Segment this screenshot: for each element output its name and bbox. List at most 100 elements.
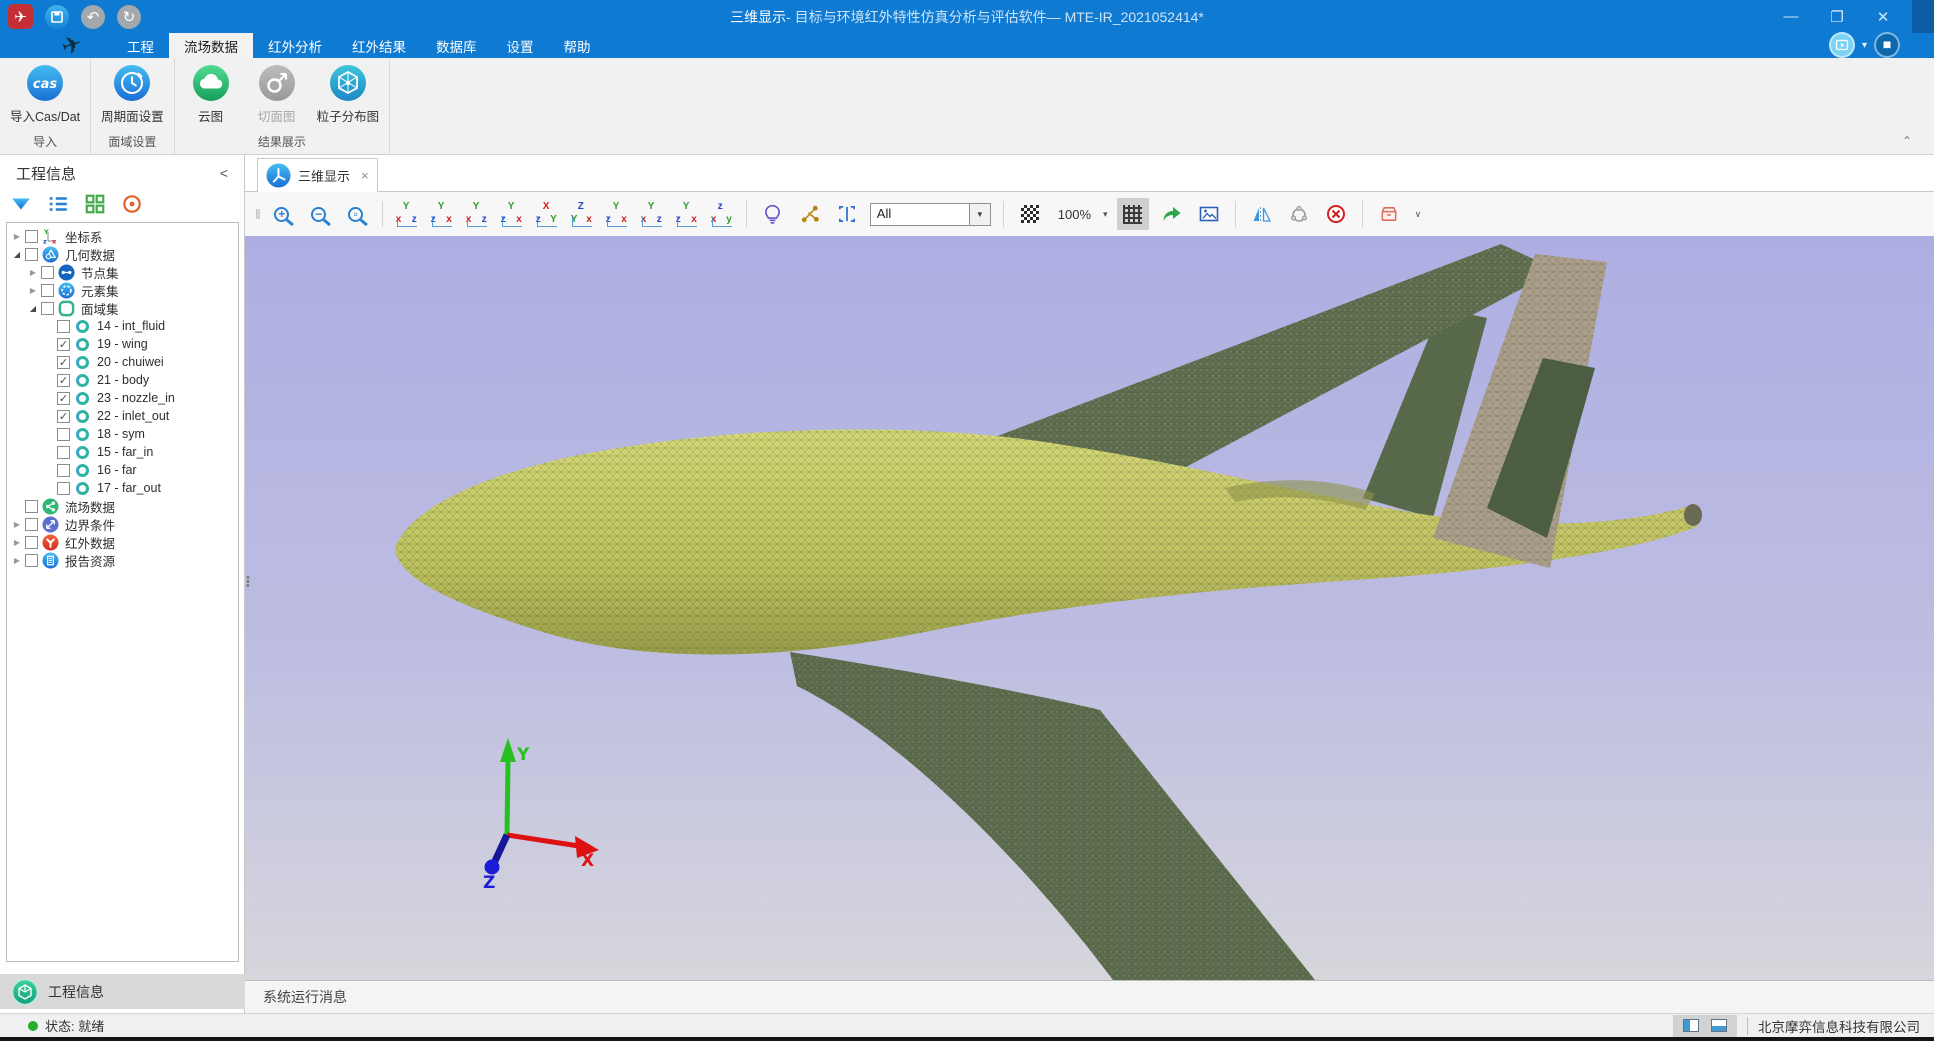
box-select-button[interactable] — [833, 200, 861, 228]
tree-checkbox[interactable] — [57, 464, 70, 477]
tree-row--[interactable]: ◢几何数据 — [7, 245, 238, 263]
tree-row-15-far-in[interactable]: 15 - far_in — [7, 443, 238, 461]
export-button[interactable] — [1158, 200, 1186, 228]
tree-row-23-nozzle-in[interactable]: ✓23 - nozzle_in — [7, 389, 238, 407]
ribbon-button-particle[interactable]: 粒子分布图 — [317, 64, 380, 130]
tree-checkbox[interactable] — [57, 428, 70, 441]
mirror-button[interactable] — [1248, 200, 1276, 228]
tree-row-14-int-fluid[interactable]: 14 - int_fluid — [7, 317, 238, 335]
display-filter-value[interactable]: All — [870, 203, 970, 226]
tree-checkbox[interactable] — [25, 554, 38, 567]
opacity-caret-icon[interactable]: ▾ — [1103, 209, 1108, 220]
opacity-value[interactable]: 100% — [1058, 207, 1091, 222]
ribbon-collapse-button[interactable]: ⌃ — [1902, 134, 1912, 148]
tree-checkbox[interactable]: ✓ — [57, 374, 70, 387]
ribbon-button-cycle[interactable]: 周期面设置 — [101, 64, 164, 130]
view-iso-1-button[interactable]: Yzx — [605, 201, 629, 227]
zoom-out-button[interactable]: − — [305, 200, 333, 228]
transparency-icon[interactable] — [1016, 200, 1044, 228]
tree-expander-icon[interactable]: ▶ — [11, 538, 23, 547]
display-filter-dropdown-button[interactable]: ▼ — [970, 203, 991, 226]
tree-checkbox[interactable]: ✓ — [57, 338, 70, 351]
tree-row--[interactable]: 流场数据 — [7, 497, 238, 515]
tree-row--[interactable]: ◢面域集 — [7, 299, 238, 317]
delete-button[interactable] — [1322, 200, 1350, 228]
package-caret-icon[interactable]: ∨ — [1415, 209, 1422, 220]
particle-trace-button[interactable] — [796, 200, 824, 228]
tree-checkbox[interactable] — [57, 320, 70, 333]
tree-row-16-far[interactable]: 16 - far — [7, 461, 238, 479]
tree-checkbox[interactable]: ✓ — [57, 410, 70, 423]
tree-checkbox[interactable] — [25, 536, 38, 549]
menu-item-0[interactable]: 工程 — [112, 33, 169, 58]
tree-expander-icon[interactable]: ◢ — [11, 250, 23, 259]
menu-item-5[interactable]: 设置 — [492, 33, 549, 58]
video-help-icon[interactable] — [1831, 34, 1853, 56]
tree-checkbox[interactable]: ✓ — [57, 392, 70, 405]
menu-item-1[interactable]: 流场数据 — [169, 33, 253, 58]
menu-item-2[interactable]: 红外分析 — [253, 33, 337, 58]
model-nozzle[interactable] — [1684, 504, 1702, 526]
tree-row-17-far-out[interactable]: 17 - far_out — [7, 479, 238, 497]
grid-toggle-button[interactable] — [1117, 198, 1149, 230]
tree-row--[interactable]: ▶Yzx坐标系 — [7, 227, 238, 245]
tree-row--[interactable]: ▶元素集 — [7, 281, 238, 299]
panel-splitter[interactable]: ••• — [246, 576, 250, 588]
chevron-down-icon[interactable]: ▾ — [1862, 40, 1867, 51]
view-rotate-button[interactable]: zxy — [710, 201, 734, 227]
viewport-3d[interactable]: Y X Z ••• — [245, 236, 1934, 980]
tab-3d-view[interactable]: 三维显示 × — [257, 158, 378, 192]
ribbon-button-cloud[interactable]: 云图 — [185, 64, 237, 130]
tree-checkbox[interactable] — [41, 266, 54, 279]
tree-row-22-inlet-out[interactable]: ✓22 - inlet_out — [7, 407, 238, 425]
view-iso-2-button[interactable]: Yxz — [640, 201, 664, 227]
tree-row-18-sym[interactable]: 18 - sym — [7, 425, 238, 443]
view-bottom-button[interactable]: ZYx — [570, 201, 594, 227]
project-panel-bottom-tab[interactable]: 工程信息 — [0, 974, 245, 1009]
tab-close-icon[interactable]: × — [361, 168, 369, 183]
tree-expander-icon[interactable]: ▶ — [27, 286, 39, 295]
tree-checkbox[interactable] — [25, 518, 38, 531]
zoom-in-button[interactable]: + — [268, 200, 296, 228]
package-button[interactable] — [1375, 200, 1403, 228]
menu-item-3[interactable]: 红外结果 — [337, 33, 421, 58]
tree-checkbox[interactable]: ✓ — [57, 356, 70, 369]
menu-item-4[interactable]: 数据库 — [421, 33, 492, 58]
target-icon[interactable] — [121, 193, 143, 215]
restore-button[interactable]: ❐ — [1814, 0, 1860, 33]
help-manual-icon[interactable] — [1876, 34, 1898, 56]
tree-row-21-body[interactable]: ✓21 - body — [7, 371, 238, 389]
ribbon-button-cas[interactable]: cas导入Cas/Dat — [10, 64, 80, 130]
tree-checkbox[interactable] — [57, 482, 70, 495]
layout-bottom-panel-icon[interactable] — [1711, 1019, 1727, 1032]
list-view-icon[interactable] — [47, 193, 69, 215]
tree-row--[interactable]: ▶红外数据 — [7, 533, 238, 551]
tree-checkbox[interactable] — [41, 302, 54, 315]
view-top-button[interactable]: XzY — [535, 201, 559, 227]
tree-row-19-wing[interactable]: ✓19 - wing — [7, 335, 238, 353]
close-button[interactable]: ✕ — [1860, 0, 1906, 33]
menu-item-6[interactable]: 帮助 — [549, 33, 606, 58]
tree-row-20-chuiwei[interactable]: ✓20 - chuiwei — [7, 353, 238, 371]
zoom-fit-button[interactable]: ▫ — [342, 200, 370, 228]
snapshot-button[interactable] — [1195, 200, 1223, 228]
panel-collapse-button[interactable]: < — [220, 165, 228, 181]
view-left-button[interactable]: Yxz — [465, 201, 489, 227]
tree-expander-icon[interactable]: ◢ — [27, 304, 39, 313]
layout-left-panel-icon[interactable] — [1683, 1019, 1699, 1032]
minimize-button[interactable]: — — [1768, 0, 1814, 33]
tree-checkbox[interactable] — [25, 230, 38, 243]
tree-row--[interactable]: ▶报告资源 — [7, 551, 238, 569]
view-back-button[interactable]: Yzx — [430, 201, 454, 227]
tree-expander-icon[interactable]: ▶ — [11, 556, 23, 565]
tree-expander-icon[interactable]: ▶ — [11, 520, 23, 529]
tree-expander-icon[interactable]: ▶ — [27, 268, 39, 277]
tree-checkbox[interactable] — [41, 284, 54, 297]
toolbar-drag-handle[interactable]: ‖ — [255, 206, 259, 222]
viewport-3d-model[interactable]: Y X Z — [245, 236, 1934, 980]
grid-view-icon[interactable] — [84, 193, 106, 215]
tree-expander-icon[interactable]: ▶ — [11, 232, 23, 241]
view-axis-down-button[interactable]: Yzx — [675, 201, 699, 227]
ring-nodes-button[interactable] — [1285, 200, 1313, 228]
light-button[interactable] — [759, 200, 787, 228]
